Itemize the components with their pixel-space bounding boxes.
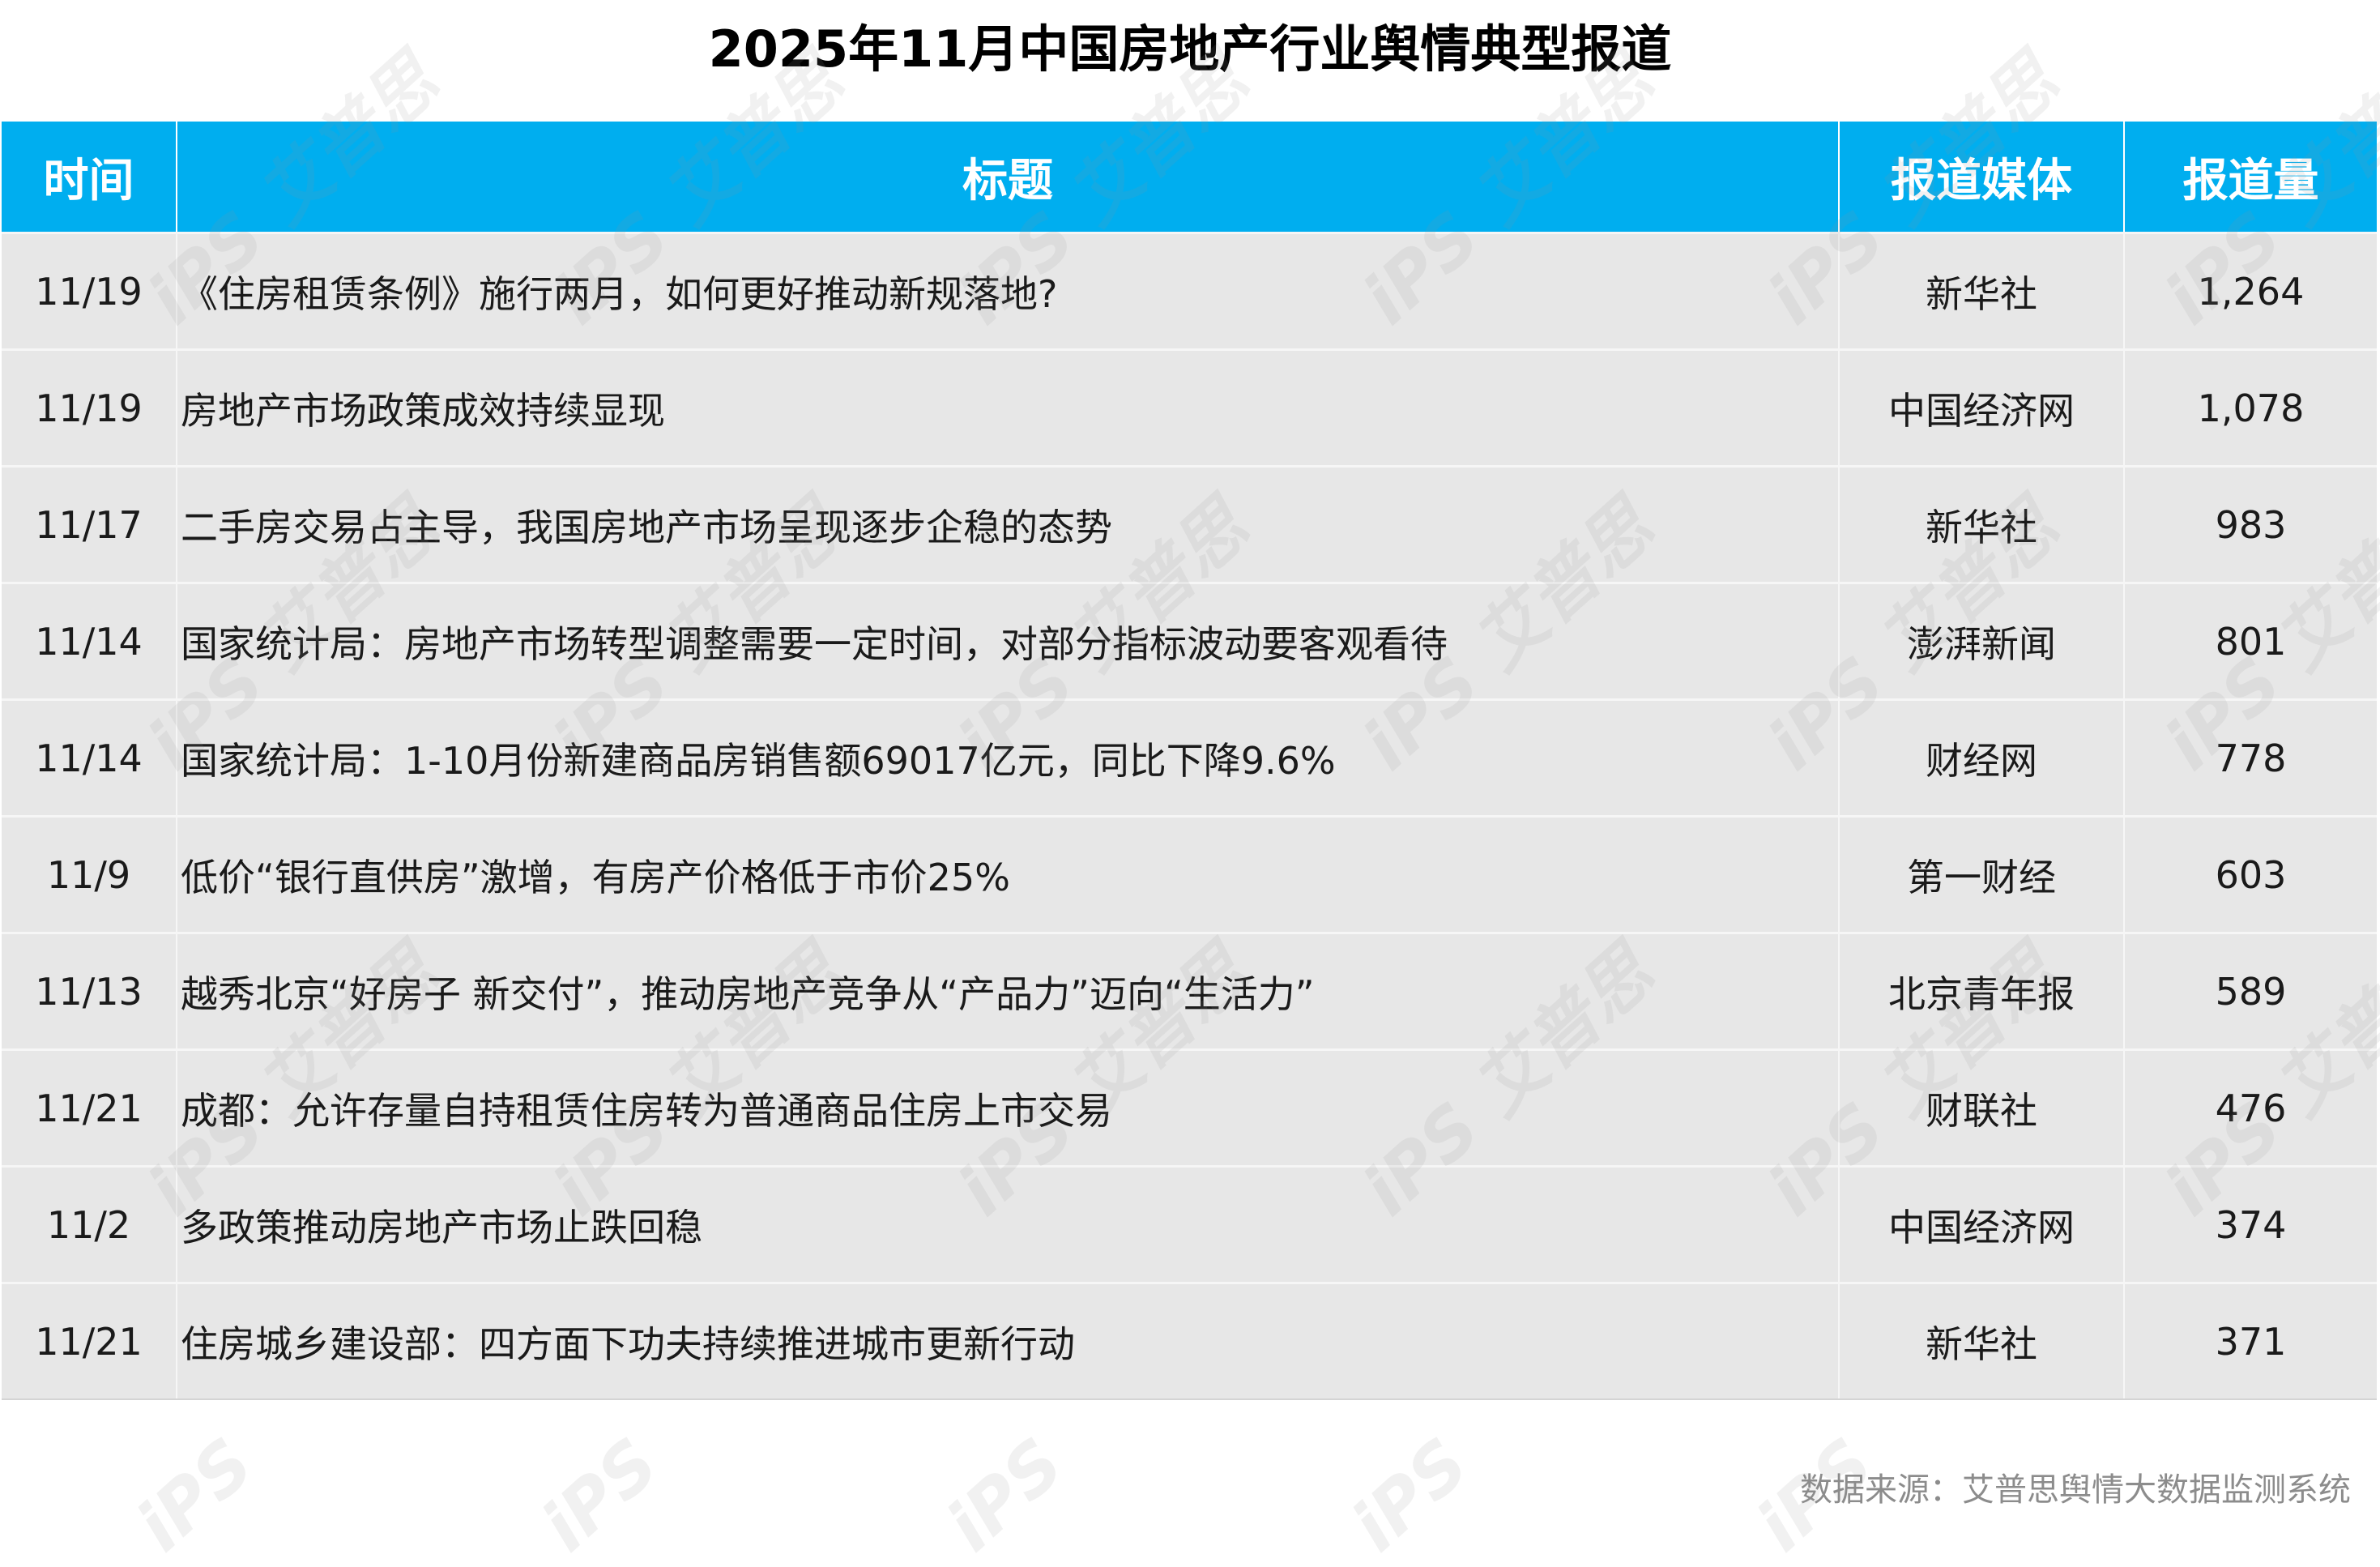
table-row: 11/9 低价“银行直供房”激增，有房产价格低于市价25% 第一财经 603	[2, 815, 2377, 933]
column-header-count: 报道量	[2124, 122, 2377, 233]
watermark-logo: iPS	[932, 1423, 1079, 1567]
cell-media: 财联社	[1839, 1048, 2125, 1167]
cell-time: 11/17	[2, 465, 177, 583]
cell-title: 低价“银行直供房”激增，有房产价格低于市价25%	[177, 815, 1840, 933]
table-row: 11/13 越秀北京“好房子 新交付”，推动房地产竞争从“产品力”迈向“生活力”…	[2, 932, 2377, 1050]
cell-media: 中国经济网	[1839, 348, 2125, 467]
cell-count: 1,078	[2124, 348, 2377, 467]
cell-time: 11/2	[2, 1165, 177, 1283]
cell-title: 多政策推动房地产市场止跌回稳	[177, 1165, 1840, 1283]
cell-media: 北京青年报	[1839, 932, 2125, 1050]
cell-title: 《住房租赁条例》施行两月，如何更好推动新规落地?	[177, 232, 1840, 350]
cell-time: 11/14	[2, 582, 177, 700]
cell-count: 1,264	[2124, 232, 2377, 350]
cell-media: 新华社	[1839, 465, 2125, 583]
cell-time: 11/14	[2, 698, 177, 817]
cell-title: 住房城乡建设部：四方面下功夫持续推进城市更新行动	[177, 1282, 1840, 1400]
cell-title: 二手房交易占主导，我国房地产市场呈现逐步企稳的态势	[177, 465, 1840, 583]
column-header-time: 时间	[2, 122, 177, 233]
cell-count: 778	[2124, 698, 2377, 817]
watermark-logo: iPS	[122, 1423, 269, 1567]
data-source-note: 数据来源：艾普思舆情大数据监测系统	[1800, 1471, 2351, 1509]
cell-time: 11/21	[2, 1048, 177, 1167]
table-row: 11/2 多政策推动房地产市场止跌回稳 中国经济网 374	[2, 1165, 2377, 1283]
cell-title: 成都：允许存量自持租赁住房转为普通商品住房上市交易	[177, 1048, 1840, 1167]
cell-time: 11/9	[2, 815, 177, 933]
watermark-logo: iPS	[1337, 1423, 1484, 1567]
cell-media: 财经网	[1839, 698, 2125, 817]
cell-count: 801	[2124, 582, 2377, 700]
cell-time: 11/19	[2, 348, 177, 467]
table-row: 11/14 国家统计局：房地产市场转型调整需要一定时间，对部分指标波动要客观看待…	[2, 582, 2377, 700]
cell-media: 新华社	[1839, 1282, 2125, 1400]
table-row: 11/19 房地产市场政策成效持续显现 中国经济网 1,078	[2, 348, 2377, 467]
cell-time: 11/21	[2, 1282, 177, 1400]
cell-time: 11/13	[2, 932, 177, 1050]
cell-count: 589	[2124, 932, 2377, 1050]
page-title: 2025年11月中国房地产行业舆情典型报道	[708, 19, 1672, 79]
table-row: 11/21 住房城乡建设部：四方面下功夫持续推进城市更新行动 新华社 371	[2, 1282, 2377, 1400]
table-row: 11/19 《住房租赁条例》施行两月，如何更好推动新规落地? 新华社 1,264	[2, 232, 2377, 350]
column-header-media: 报道媒体	[1839, 122, 2125, 233]
table-row: 11/21 成都：允许存量自持租赁住房转为普通商品住房上市交易 财联社 476	[2, 1048, 2377, 1167]
cell-title: 国家统计局：1-10月份新建商品房销售额69017亿元，同比下降9.6%	[177, 698, 1840, 817]
table-header-row: 时间 标题 报道媒体 报道量	[2, 122, 2377, 233]
cell-title: 国家统计局：房地产市场转型调整需要一定时间，对部分指标波动要客观看待	[177, 582, 1840, 700]
watermark-logo: iPS	[527, 1423, 674, 1567]
cell-title: 越秀北京“好房子 新交付”，推动房地产竞争从“产品力”迈向“生活力”	[177, 932, 1840, 1050]
cell-count: 476	[2124, 1048, 2377, 1167]
cell-count: 374	[2124, 1165, 2377, 1283]
cell-count: 371	[2124, 1282, 2377, 1400]
table-row: 11/14 国家统计局：1-10月份新建商品房销售额69017亿元，同比下降9.…	[2, 698, 2377, 817]
reports-table: 时间 标题 报道媒体 报道量 11/19 《住房租赁条例》施行两月，如何更好推动…	[2, 122, 2377, 1400]
cell-media: 中国经济网	[1839, 1165, 2125, 1283]
cell-time: 11/19	[2, 232, 177, 350]
cell-title: 房地产市场政策成效持续显现	[177, 348, 1840, 467]
cell-count: 983	[2124, 465, 2377, 583]
cell-media: 新华社	[1839, 232, 2125, 350]
cell-media: 澎湃新闻	[1839, 582, 2125, 700]
cell-media: 第一财经	[1839, 815, 2125, 933]
column-header-title: 标题	[177, 122, 1840, 233]
cell-count: 603	[2124, 815, 2377, 933]
table-row: 11/17 二手房交易占主导，我国房地产市场呈现逐步企稳的态势 新华社 983	[2, 465, 2377, 583]
